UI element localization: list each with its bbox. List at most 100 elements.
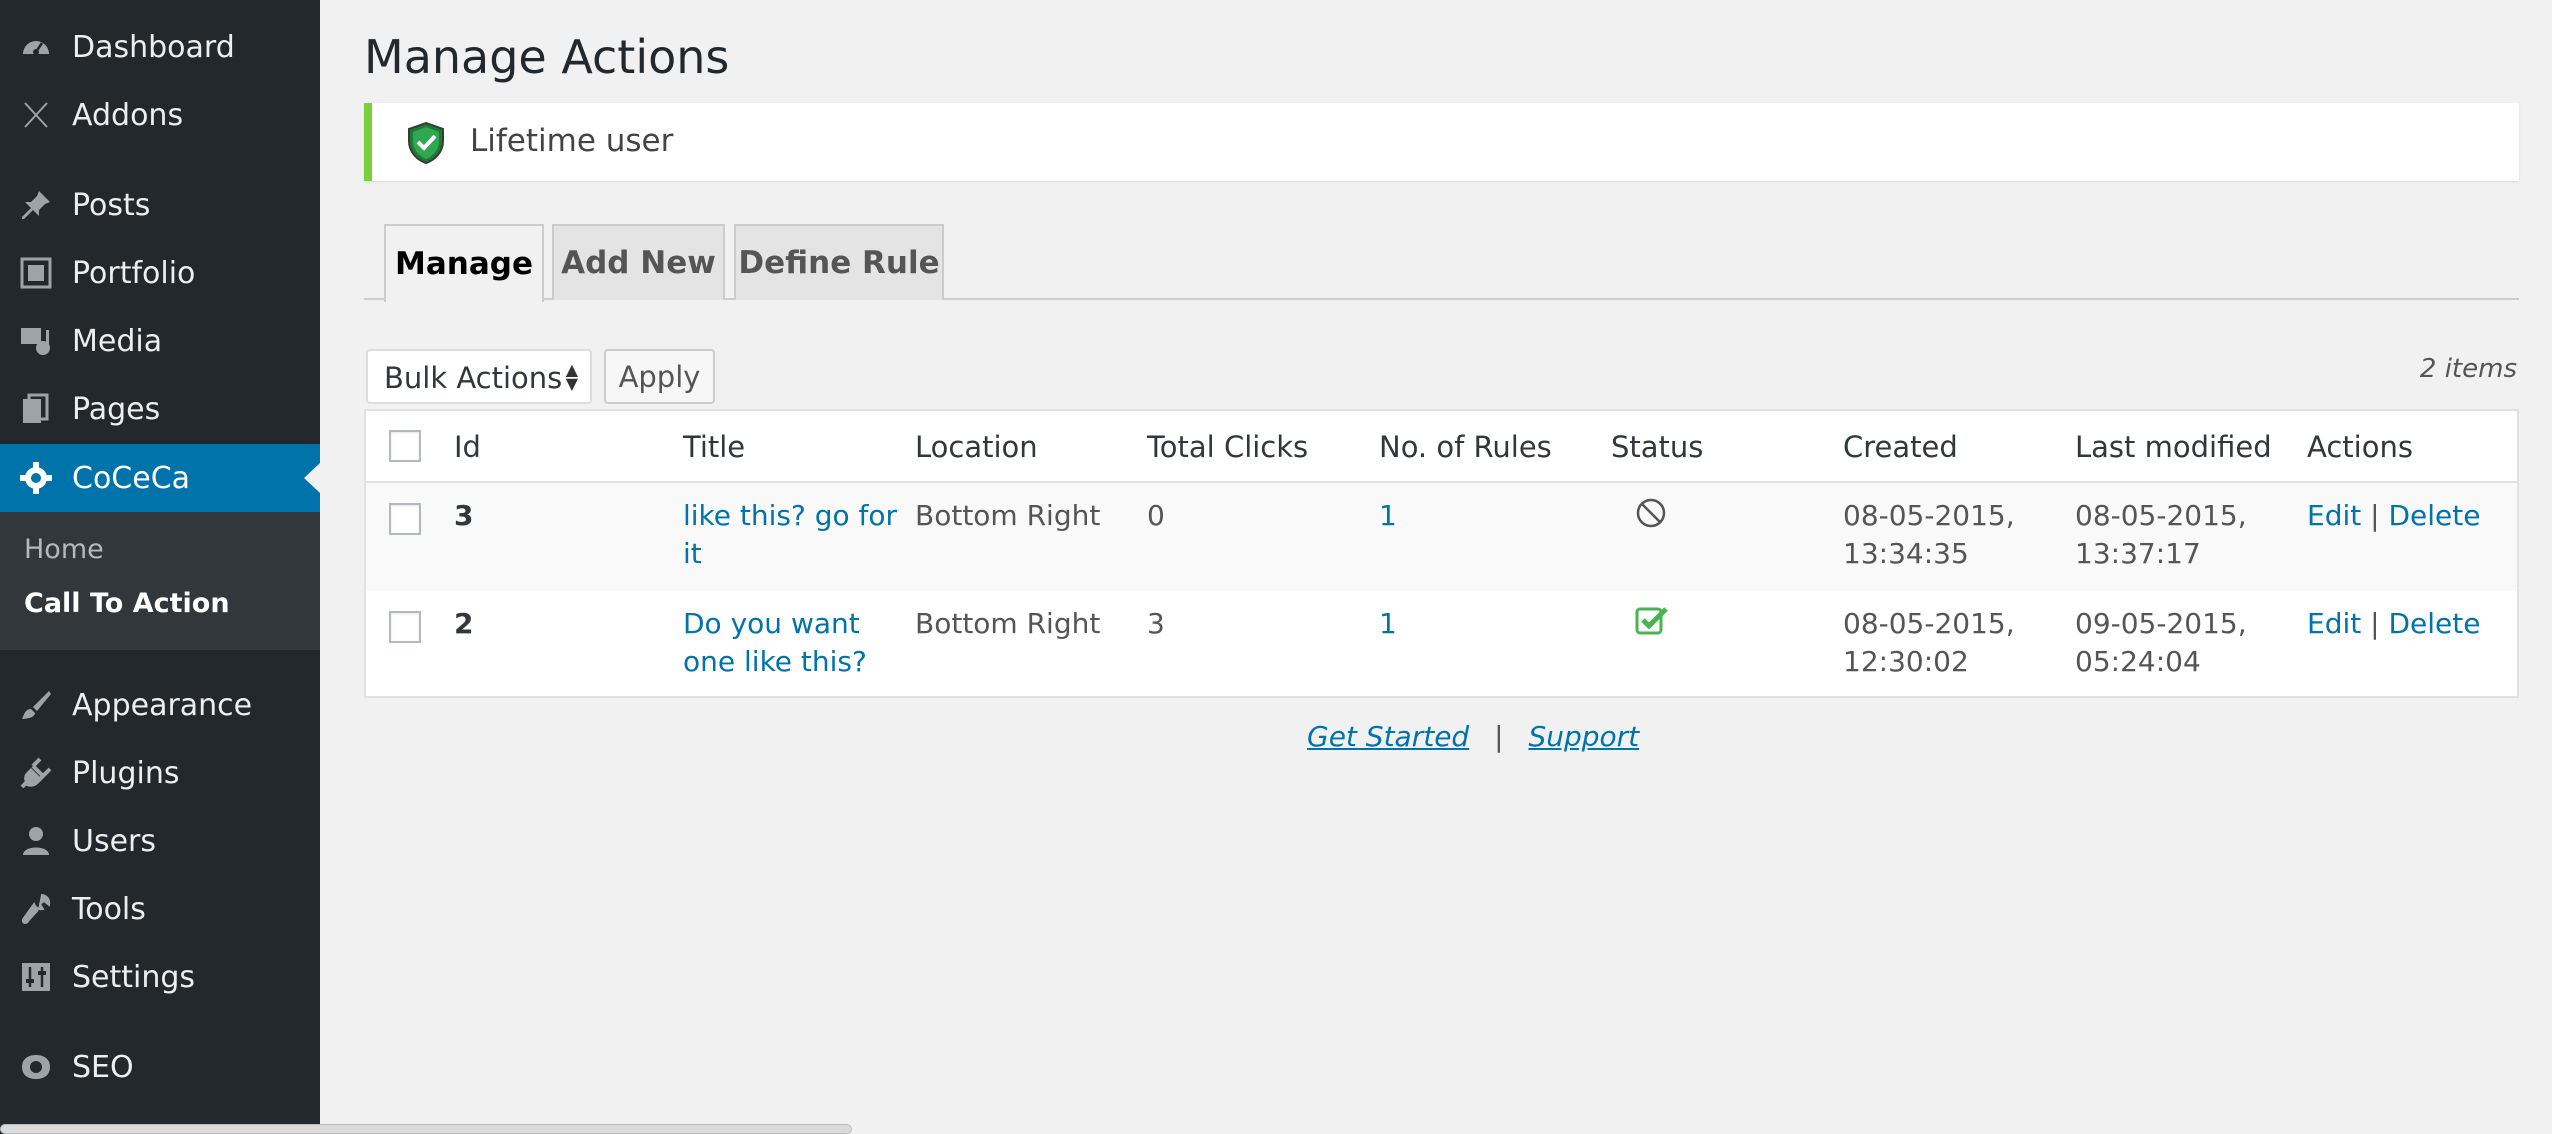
sidebar-item-appearance[interactable]: Appearance (0, 671, 320, 739)
column-header-total-clicks[interactable]: Total Clicks (1147, 430, 1308, 464)
tab-add-new[interactable]: Add New (552, 224, 725, 300)
sidebar-item-label: Portfolio (72, 255, 196, 291)
sidebar-item-media[interactable]: Media (0, 307, 320, 375)
bulk-actions-select[interactable]: Bulk Actions ▲ ▼ (366, 349, 592, 404)
column-header-created[interactable]: Created (1843, 430, 1958, 464)
support-link[interactable]: Support (1528, 720, 1639, 753)
sidebar-item-coceca[interactable]: CoCeCa (0, 444, 320, 512)
edit-link[interactable]: Edit (2307, 607, 2361, 640)
row-title-link[interactable]: Do you want one like this? (683, 605, 867, 681)
seo-icon (18, 1049, 54, 1085)
paintbrush-icon (18, 687, 54, 723)
row-modified: 09-05-2015, 05:24:04 (2075, 605, 2247, 681)
table-header: Id Title Location Total Clicks No. of Ru… (366, 411, 2517, 483)
wrench-icon (18, 891, 54, 927)
sidebar-item-plugins[interactable]: Plugins (0, 739, 320, 807)
row-modified-time: 13:37:17 (2075, 537, 2201, 570)
row-rules-link[interactable]: 1 (1379, 497, 1397, 535)
row-title-link[interactable]: like this? go for it (683, 497, 897, 573)
coceca-submenu: Home Call To Action (0, 512, 320, 650)
page-title: Manage Actions (364, 30, 730, 84)
row-location: Bottom Right (915, 499, 1101, 532)
column-header-last-modified[interactable]: Last modified (2075, 430, 2272, 464)
disabled-circle-icon[interactable] (1635, 497, 1667, 539)
get-started-link[interactable]: Get Started (1307, 720, 1469, 753)
row-title-line: Do you want (683, 607, 860, 640)
sidebar-item-label: CoCeCa (72, 460, 191, 496)
column-header-title[interactable]: Title (683, 430, 745, 464)
row-created: 08-05-2015, 12:30:02 (1843, 605, 2015, 681)
sidebar-item-label: Addons (72, 97, 184, 133)
sidebar-item-label: Settings (72, 959, 196, 995)
tab-manage[interactable]: Manage (384, 224, 544, 302)
row-modified-date: 08-05-2015, (2075, 499, 2247, 532)
select-arrows-icon: ▲ ▼ (565, 360, 578, 393)
bulk-actions-value: Bulk Actions (384, 361, 563, 395)
column-header-actions: Actions (2307, 430, 2413, 464)
sidebar-item-portfolio[interactable]: Portfolio (0, 239, 320, 307)
sidebar-item-settings[interactable]: Settings (0, 943, 320, 1011)
action-separator: | (2370, 607, 2380, 640)
row-total-clicks: 0 (1147, 499, 1165, 532)
addons-icon (18, 97, 54, 133)
admin-sidebar: Dashboard Addons Posts Portfolio Media P… (0, 0, 320, 1134)
sidebar-item-seo[interactable]: SEO (0, 1033, 320, 1101)
apply-button[interactable]: Apply (604, 349, 715, 404)
sidebar-item-label: SEO (72, 1049, 134, 1085)
sidebar-item-label: Plugins (72, 755, 180, 791)
row-created-date: 08-05-2015, (1843, 607, 2015, 640)
table-row: 3 like this? go for it Bottom Right 0 1 … (366, 483, 2517, 591)
submenu-item-home[interactable]: Home (24, 534, 104, 565)
delete-link[interactable]: Delete (2388, 607, 2480, 640)
sidebar-item-label: Dashboard (72, 29, 235, 65)
column-header-status[interactable]: Status (1611, 430, 1703, 464)
check-box-icon[interactable] (1635, 605, 1669, 647)
lifetime-notice: Lifetime user (364, 103, 2519, 181)
row-id: 2 (454, 607, 474, 640)
select-all-checkbox[interactable] (389, 430, 421, 462)
row-title-line: it (683, 537, 702, 570)
row-created: 08-05-2015, 13:34:35 (1843, 497, 2015, 573)
row-rules-link[interactable]: 1 (1379, 605, 1397, 643)
pages-icon (18, 391, 54, 427)
row-title-line: one like this? (683, 645, 867, 678)
user-icon (18, 823, 54, 859)
row-checkbox[interactable] (389, 611, 421, 643)
sidebar-item-dashboard[interactable]: Dashboard (0, 13, 320, 81)
delete-link[interactable]: Delete (2388, 499, 2480, 532)
portfolio-icon (18, 255, 54, 291)
tab-define-rule[interactable]: Define Rule (734, 224, 944, 300)
row-total-clicks: 3 (1147, 607, 1165, 640)
sidebar-item-label: Pages (72, 391, 161, 427)
edit-link[interactable]: Edit (2307, 499, 2361, 532)
sidebar-item-posts[interactable]: Posts (0, 171, 320, 239)
actions-table: Id Title Location Total Clicks No. of Ru… (364, 409, 2519, 698)
sidebar-item-label: Posts (72, 187, 151, 223)
sidebar-item-label: Users (72, 823, 157, 859)
submenu-item-call-to-action[interactable]: Call To Action (24, 588, 230, 619)
pin-icon (18, 187, 54, 223)
row-actions: Edit | Delete (2307, 605, 2480, 643)
sidebar-item-users[interactable]: Users (0, 807, 320, 875)
column-header-id[interactable]: Id (454, 430, 481, 464)
sidebar-item-label: Media (72, 323, 163, 359)
footer-separator: | (1494, 720, 1504, 753)
horizontal-scrollbar[interactable] (0, 1124, 852, 1134)
row-location: Bottom Right (915, 607, 1101, 640)
shield-check-icon (406, 121, 446, 165)
sidebar-item-addons[interactable]: Addons (0, 81, 320, 149)
row-title-line: like this? go for (683, 499, 898, 532)
footer-links: Get Started | Support (1307, 720, 1639, 753)
column-header-rules[interactable]: No. of Rules (1379, 430, 1552, 464)
sidebar-item-label: Tools (72, 891, 146, 927)
row-actions: Edit | Delete (2307, 497, 2480, 535)
sidebar-item-pages[interactable]: Pages (0, 375, 320, 443)
row-created-date: 08-05-2015, (1843, 499, 2015, 532)
row-id: 3 (454, 499, 474, 532)
row-checkbox[interactable] (389, 503, 421, 535)
column-header-location[interactable]: Location (915, 430, 1038, 464)
row-modified: 08-05-2015, 13:37:17 (2075, 497, 2247, 573)
row-modified-time: 05:24:04 (2075, 645, 2201, 678)
notice-text: Lifetime user (470, 123, 674, 159)
sidebar-item-tools[interactable]: Tools (0, 875, 320, 943)
